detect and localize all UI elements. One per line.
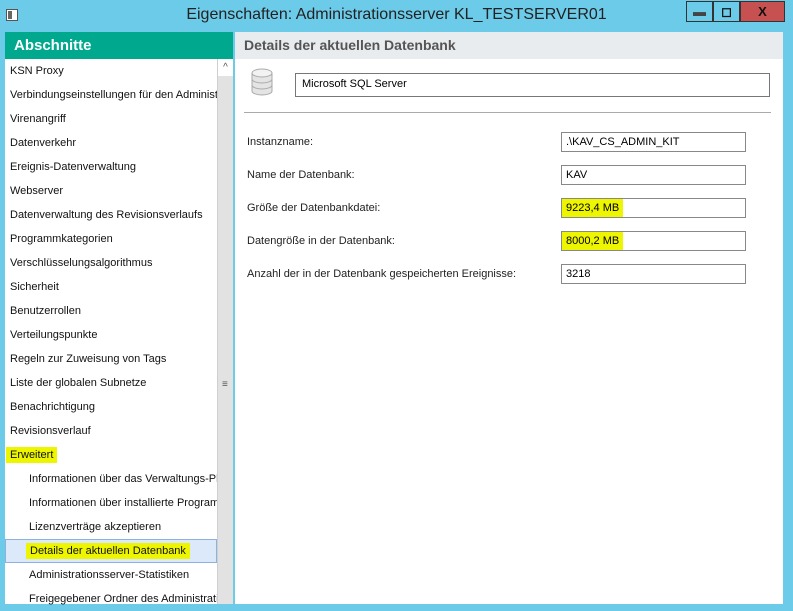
field-value[interactable]: KAV [561, 165, 746, 185]
field-value[interactable]: 3218 [561, 264, 746, 284]
field-value-text: .\KAV_CS_ADMIN_KIT [566, 136, 680, 148]
minimize-button[interactable]: ▬ [686, 1, 713, 22]
field-label: Datengröße in der Datenbank: [247, 235, 395, 247]
field-label: Name der Datenbank: [247, 169, 355, 181]
sidebar-item-label: Benutzerrollen [10, 305, 81, 317]
close-button[interactable]: X [740, 1, 785, 22]
scroll-up-icon[interactable]: ^ [218, 59, 233, 76]
sidebar-item[interactable]: Datenverkehr [5, 131, 217, 155]
database-type-field[interactable]: Microsoft SQL Server [295, 73, 770, 97]
sidebar-item-label: KSN Proxy [10, 65, 64, 77]
sidebar-item-label: Erweitert [6, 447, 58, 463]
field-value[interactable]: .\KAV_CS_ADMIN_KIT [561, 132, 746, 152]
field-value-text: 3218 [566, 268, 591, 280]
sidebar-item[interactable]: Revisionsverlauf [5, 419, 217, 443]
field-label: Anzahl der in der Datenbank gespeicherte… [247, 268, 517, 280]
field-value-text: 8000,2 MB [562, 232, 624, 250]
field-label: Instanzname: [247, 136, 314, 148]
scroll-grip-icon[interactable]: ≡ [222, 379, 228, 390]
sidebar-item-label: Datenverkehr [10, 137, 77, 149]
sidebar-item-label: Virenangriff [10, 113, 66, 125]
sidebar-item[interactable]: KSN Proxy [5, 59, 217, 83]
sidebar-item[interactable]: Sicherheit [5, 275, 217, 299]
sidebar-item-label: Revisionsverlauf [10, 425, 91, 437]
field-value[interactable]: 8000,2 MB [561, 231, 746, 251]
sidebar-item[interactable]: Details der aktuellen Datenbank [5, 539, 217, 563]
sidebar-item-label: Webserver [10, 185, 63, 197]
sidebar-item[interactable]: Liste der globalen Subnetze [5, 371, 217, 395]
sidebar-item-label: Benachrichtigung [10, 401, 96, 413]
sidebar-item[interactable]: Administrationsserver-Statistiken [5, 563, 217, 587]
database-icon [251, 68, 273, 96]
sidebar-item[interactable]: Benachrichtigung [5, 395, 217, 419]
sidebar-item-label: Lizenzverträge akzeptieren [29, 521, 162, 533]
sidebar-item-label: Details der aktuellen Datenbank [26, 543, 190, 559]
window-title: Eigenschaften: Administrationsserver KL_… [186, 6, 607, 23]
sidebar-item-label: Verbindungseinstellungen für den Adminis… [10, 89, 217, 101]
scrollbar[interactable]: ^ ≡ [217, 59, 233, 604]
sidebar-item[interactable]: Erweitert [5, 443, 217, 467]
sections-title: Abschnitte [5, 32, 233, 59]
sidebar-item-label: Freigegebener Ordner des Administrations… [29, 593, 217, 605]
sidebar-item[interactable]: Benutzerrollen [5, 299, 217, 323]
sidebar-item[interactable]: Informationen über installierte Programm… [5, 491, 217, 515]
sidebar-item[interactable]: Datenverwaltung des Revisionsverlaufs [5, 203, 217, 227]
sidebar-item[interactable]: Programmkategorien [5, 227, 217, 251]
sections-panel: Abschnitte KSN Proxy Verbindungseinstellu… [5, 32, 233, 605]
sidebar-item[interactable]: Regeln zur Zuweisung von Tags [5, 347, 217, 371]
section-list: KSN Proxy Verbindungseinstellungen für de… [5, 59, 217, 611]
sidebar-item-label: Informationen über installierte Programm… [29, 497, 217, 509]
sidebar-item-label: Sicherheit [10, 281, 59, 293]
sidebar-item[interactable]: Ereignis-Datenverwaltung [5, 155, 217, 179]
sidebar-item[interactable]: Freigegebener Ordner des Administrations… [5, 587, 217, 611]
sidebar-item[interactable]: Verschlüsselungsalgorithmus [5, 251, 217, 275]
sidebar-item[interactable]: Webserver [5, 179, 217, 203]
sidebar-item[interactable]: Lizenzverträge akzeptieren [5, 515, 217, 539]
details-panel: Details der aktuellen Datenbank Microsof… [235, 32, 783, 604]
sidebar-item-label: Verteilungspunkte [10, 329, 98, 341]
divider [244, 112, 771, 113]
sidebar-item[interactable]: Verbindungseinstellungen für den Adminis… [5, 83, 217, 107]
sidebar-item-label: Programmkategorien [10, 233, 113, 245]
sidebar-item-label: Liste der globalen Subnetze [10, 377, 147, 389]
sidebar-item[interactable]: Informationen über das Verwaltungs-Plug-… [5, 467, 217, 491]
field-value-text: KAV [566, 169, 588, 181]
field-label: Größe der Datenbankdatei: [247, 202, 381, 214]
field-value-text: 9223,4 MB [562, 199, 624, 217]
sidebar-item[interactable]: Verteilungspunkte [5, 323, 217, 347]
sidebar-item-label: Ereignis-Datenverwaltung [10, 161, 136, 173]
sidebar-item-label: Informationen über das Verwaltungs-Plug-… [29, 473, 217, 485]
maximize-button[interactable]: ◻ [713, 1, 740, 22]
field-value[interactable]: 9223,4 MB [561, 198, 746, 218]
title-bar: Eigenschaften: Administrationsserver KL_… [0, 0, 793, 32]
sidebar-item[interactable]: Virenangriff [5, 107, 217, 131]
sidebar-item-label: Administrationsserver-Statistiken [29, 569, 190, 581]
sidebar-item-label: Datenverwaltung des Revisionsverlaufs [10, 209, 203, 221]
sidebar-item-label: Regeln zur Zuweisung von Tags [10, 353, 167, 365]
sidebar-item-label: Verschlüsselungsalgorithmus [10, 257, 153, 269]
panel-title: Details der aktuellen Datenbank [235, 32, 783, 59]
